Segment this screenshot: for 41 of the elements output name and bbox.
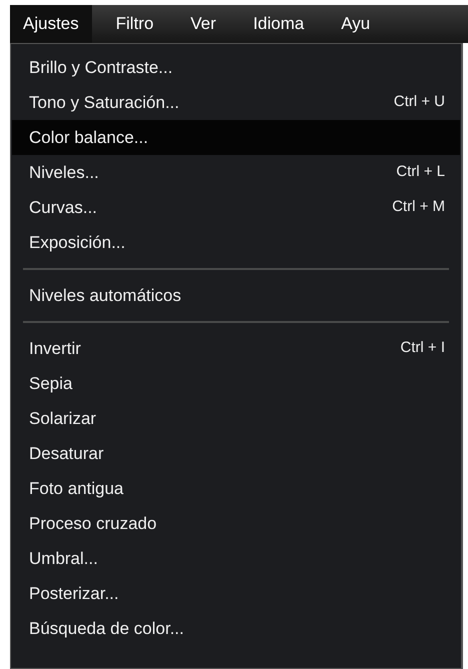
menu-item[interactable]: Niveles automáticos — [12, 278, 460, 313]
menu-item[interactable]: Niveles... Ctrl + L — [12, 155, 460, 190]
shortcut-label: Ctrl + U — [394, 92, 445, 112]
menu-item[interactable]: Tono y Saturación... Ctrl + U — [12, 85, 460, 120]
menu-item-label: Niveles... — [29, 162, 99, 184]
menu-item[interactable]: Búsqueda de color... — [12, 611, 460, 646]
menu-item-label: Umbral... — [29, 548, 98, 570]
menu-item[interactable]: Color balance... — [12, 120, 460, 155]
menu-item-label: Exposición... — [29, 232, 126, 254]
menu-item[interactable]: Posterizar... — [12, 576, 460, 611]
menu-item-label: Desaturar — [29, 442, 104, 465]
menu-item-label: Posterizar... — [29, 582, 119, 605]
menu-item-label: Tono y Saturación... — [29, 92, 180, 114]
menu-item[interactable]: Curvas... Ctrl + M — [12, 190, 460, 225]
menu-bar-item[interactable]: Ver — [178, 5, 230, 43]
menu-item[interactable]: Proceso cruzado — [12, 506, 460, 541]
menu-bar-item[interactable]: Filtro — [102, 5, 167, 43]
menu-bar-item[interactable]: Idioma — [240, 5, 318, 43]
menu-item[interactable]: Desaturar — [12, 436, 460, 471]
menu-item-label: Sepia — [29, 372, 72, 395]
menu-item[interactable]: Umbral... — [12, 541, 460, 576]
menu-item[interactable]: Sepia — [12, 366, 460, 401]
menu-item-label: Color balance... — [29, 126, 148, 149]
menu-item-label: Foto antigua — [29, 478, 124, 500]
shortcut-label: Ctrl + L — [396, 162, 445, 182]
menu-item-label: Proceso cruzado — [29, 512, 157, 535]
menu-item-label: Búsqueda de color... — [29, 618, 184, 640]
menu-item[interactable]: Exposición... — [12, 225, 460, 260]
shortcut-label: Ctrl + I — [400, 338, 445, 358]
menu-item[interactable]: Solarizar — [12, 401, 460, 436]
menu-item-label: Curvas... — [29, 196, 98, 219]
menu-item-label: Invertir — [29, 338, 81, 360]
menu-item-label: Solarizar — [29, 408, 96, 430]
menu-item[interactable]: Brillo y Contraste... — [12, 50, 460, 85]
menu-bar-item[interactable]: Ayu — [328, 5, 384, 43]
shortcut-label: Ctrl + M — [392, 197, 445, 218]
menu-item[interactable]: Invertir Ctrl + I — [12, 331, 460, 366]
menu-item-label: Brillo y Contraste... — [29, 56, 173, 79]
menu-item[interactable]: Foto antigua — [12, 471, 460, 506]
menu-bar-item[interactable]: Ajustes — [10, 5, 92, 43]
menu-item-label: Niveles automáticos — [29, 284, 182, 307]
